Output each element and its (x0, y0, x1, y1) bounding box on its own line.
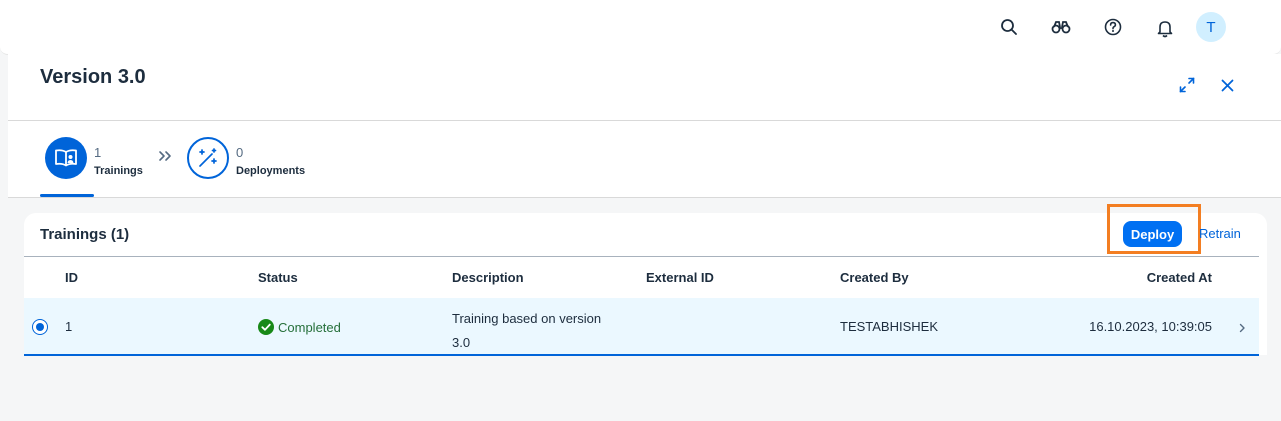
help-icon[interactable] (1102, 16, 1124, 38)
avatar[interactable]: T (1196, 12, 1226, 42)
step-deployments[interactable]: 0 Deployments (187, 135, 327, 185)
page-title: Version 3.0 (40, 66, 146, 88)
description-line: 3.0 (452, 335, 471, 350)
check-circle-icon (258, 319, 274, 335)
chevron-double-right-icon (158, 149, 174, 165)
step-count: 0 (236, 145, 244, 160)
chevron-right-icon[interactable] (1238, 320, 1246, 338)
status-text: Completed (278, 319, 341, 335)
description-line: Training based on version (452, 311, 602, 326)
cell-description: Training based on version 3.0 (452, 307, 601, 355)
bell-icon[interactable] (1154, 17, 1176, 39)
close-icon[interactable] (1216, 74, 1238, 96)
retrain-button[interactable]: Retrain (1199, 226, 1241, 241)
panel-header: Version 3.0 (8, 54, 1281, 121)
step-trainings[interactable]: 1 Trainings (45, 135, 160, 185)
table-title: Trainings (1) (40, 226, 130, 243)
column-header-created-by: Created By (840, 270, 909, 285)
version-panel: Version 3.0 1 Trainings 0 Deployments Tr… (8, 54, 1281, 421)
row-select-radio[interactable] (32, 319, 48, 335)
shell-bar: T (0, 0, 1281, 55)
deploy-button[interactable]: Deploy (1123, 221, 1182, 247)
selected-step-indicator (40, 194, 94, 197)
cell-created-at: 16.10.2023, 10:39:05 (1089, 319, 1212, 334)
cell-id: 1 (65, 319, 73, 334)
table-header: ID Status Description External ID Create… (24, 256, 1259, 299)
step-count: 1 (94, 145, 102, 160)
status-cell: Completed (258, 319, 341, 335)
fullscreen-icon[interactable] (1176, 74, 1198, 96)
trainings-table-card: Trainings (1) Deploy Retrain ID Status D… (24, 204, 1267, 356)
step-label: Trainings (94, 165, 143, 177)
table-row[interactable]: 1 Completed Training based on version 3.… (24, 298, 1259, 356)
step-label: Deployments (236, 165, 306, 177)
cell-created-by: TESTABHISHEK (840, 319, 939, 334)
column-header-description: Description (452, 270, 524, 285)
step-navigation: 1 Trainings 0 Deployments (8, 121, 1281, 198)
column-header-status: Status (258, 270, 298, 285)
search-icon[interactable] (998, 16, 1020, 38)
binoculars-icon[interactable] (1050, 16, 1072, 38)
column-header-external-id: External ID (646, 270, 714, 285)
column-header-created-at: Created At (1146, 270, 1212, 285)
column-header-id: ID (65, 270, 78, 285)
book-icon (45, 137, 87, 179)
magic-wand-icon (187, 137, 229, 179)
